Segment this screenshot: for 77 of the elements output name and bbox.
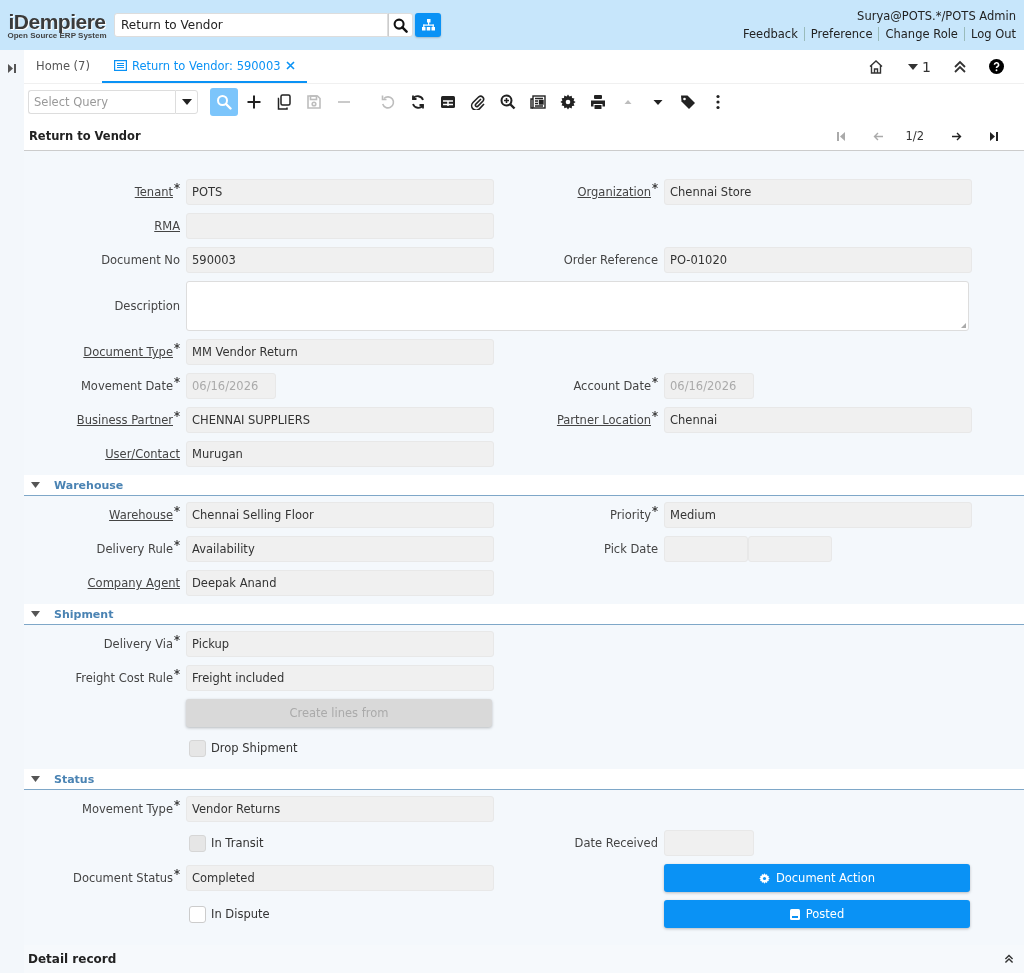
- window-title: Return to Vendor: [29, 129, 141, 143]
- field-label[interactable]: Organization: [577, 185, 651, 199]
- field-label: Pick Date: [604, 542, 658, 556]
- gear-icon: [758, 872, 770, 884]
- field-label[interactable]: Warehouse: [109, 508, 173, 522]
- field-label: Delivery Via: [103, 637, 173, 651]
- caret-icon: [31, 776, 40, 782]
- input-field[interactable]: 590003: [186, 247, 494, 273]
- field-label: Freight Cost Rule: [75, 671, 173, 685]
- header-link[interactable]: Feedback: [737, 27, 804, 41]
- section-header[interactable]: Status: [24, 769, 1024, 790]
- input-field[interactable]: POTS: [186, 179, 494, 205]
- input-field[interactable]: Chennai Selling Floor: [186, 502, 494, 528]
- field-label[interactable]: Tenant: [134, 185, 173, 199]
- header-link[interactable]: Preference: [803, 27, 879, 41]
- search-field[interactable]: Return to Vendor: [114, 13, 388, 37]
- query-field[interactable]: Select Query: [28, 90, 175, 114]
- field-label: Movement Date: [80, 379, 173, 393]
- header-link[interactable]: Log Out: [963, 27, 1016, 41]
- field-label[interactable]: RMA: [154, 219, 180, 233]
- user-name: Surya@POTS.*/POTS Admin: [857, 9, 1016, 23]
- input-field[interactable]: Completed: [186, 865, 494, 891]
- input-field[interactable]: Freight included: [186, 665, 494, 691]
- collapse-icon[interactable]: [953, 59, 967, 74]
- section-header[interactable]: Shipment: [24, 604, 1024, 625]
- last-record-icon[interactable]: [990, 131, 998, 141]
- field-label: Priority: [610, 508, 651, 522]
- help-icon[interactable]: [989, 59, 1004, 74]
- field-label: Movement Type: [82, 802, 173, 816]
- field-label[interactable]: Business Partner: [76, 413, 173, 427]
- field-label: Delivery Rule: [96, 542, 173, 556]
- window-count[interactable]: 1: [922, 58, 931, 75]
- resize-handle-icon[interactable]: [961, 323, 966, 328]
- search-icon: [393, 17, 408, 33]
- window-icon: [113, 60, 127, 71]
- input-field[interactable]: MM Vendor Return: [186, 339, 494, 365]
- input-field[interactable]: Chennai: [664, 407, 972, 433]
- caret-icon: [181, 99, 192, 105]
- expand-icon[interactable]: [8, 64, 16, 73]
- caret-icon[interactable]: [908, 63, 919, 70]
- input-field[interactable]: Availability: [186, 536, 494, 562]
- field-label: Order Reference: [563, 253, 658, 267]
- input-field[interactable]: Pickup: [186, 631, 494, 657]
- field-label: Document No: [101, 253, 180, 267]
- close-icon[interactable]: [285, 61, 295, 70]
- field-label[interactable]: Partner Location: [556, 413, 651, 427]
- header-link[interactable]: Change Role: [878, 27, 964, 41]
- sitemap-icon: [421, 19, 435, 31]
- caret-icon: [31, 611, 40, 617]
- search-button[interactable]: [388, 13, 413, 37]
- input-field[interactable]: Medium: [664, 502, 972, 528]
- checkbox-label[interactable]: In Dispute: [211, 907, 270, 921]
- section-header[interactable]: Warehouse: [24, 475, 1024, 496]
- next-record-icon[interactable]: [952, 131, 962, 141]
- field-label: Document Status: [73, 871, 173, 885]
- input-field[interactable]: CHENNAI SUPPLIERS: [186, 407, 494, 433]
- field-label: Description: [114, 299, 180, 313]
- field-label[interactable]: Company Agent: [87, 576, 180, 590]
- field-label: Account Date: [573, 379, 651, 393]
- field-label[interactable]: Document Type: [83, 345, 173, 359]
- checkbox[interactable]: [189, 905, 206, 923]
- tab[interactable]: Home (7): [24, 50, 102, 83]
- field-label: Date Received: [574, 836, 658, 850]
- input-field[interactable]: Deepak Anand: [186, 570, 494, 596]
- home-icon[interactable]: [868, 58, 885, 75]
- input-field[interactable]: Vendor Returns: [186, 796, 494, 822]
- input-field[interactable]: Chennai Store: [664, 179, 972, 205]
- input-field[interactable]: PO-01020: [664, 247, 972, 273]
- dropdown-button[interactable]: [175, 90, 198, 114]
- collapse-icon[interactable]: [1004, 954, 1014, 964]
- record-position: 1/2: [905, 129, 924, 143]
- caret-icon: [31, 482, 40, 488]
- detail-title: Detail record: [28, 952, 117, 966]
- logo-text: iDempiere: [8, 11, 106, 32]
- book-icon: [789, 908, 800, 920]
- field-label[interactable]: User/Contact: [105, 447, 180, 461]
- input-field[interactable]: Murugan: [186, 441, 494, 467]
